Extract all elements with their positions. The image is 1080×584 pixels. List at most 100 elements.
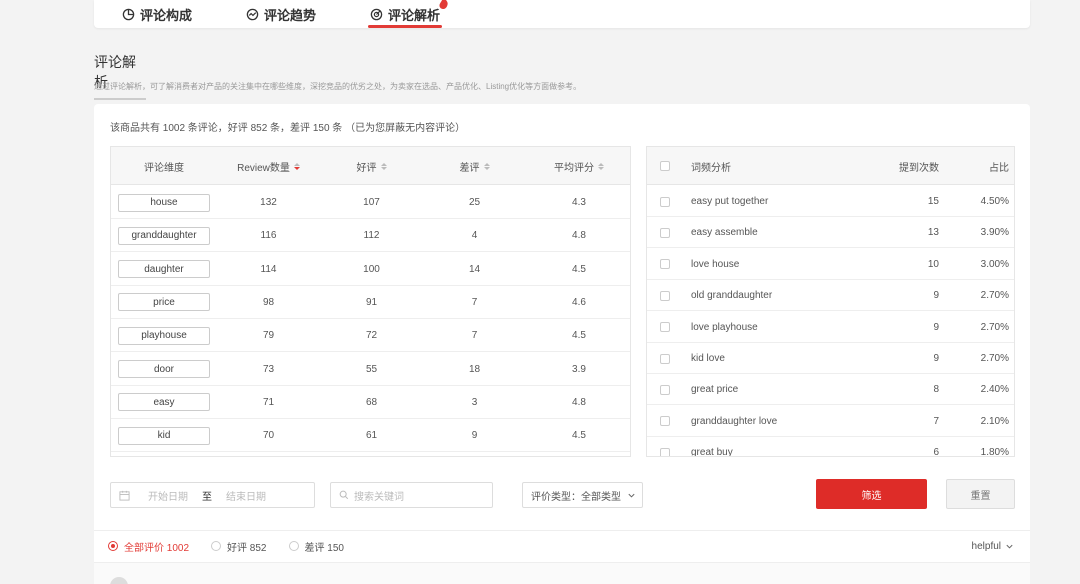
cell-percent: 2.40% xyxy=(980,384,1009,396)
cell-percent: 3.90% xyxy=(980,227,1009,239)
row-checkbox[interactable] xyxy=(660,416,670,427)
sort-dropdown[interactable]: helpful xyxy=(972,538,1014,554)
cell-bad: 14 xyxy=(468,263,481,275)
col-percent: 占比 xyxy=(989,162,1009,174)
select-all-checkbox-cell[interactable] xyxy=(655,147,675,185)
cell-avg: 4.8 xyxy=(572,396,586,408)
sort-icon[interactable] xyxy=(380,162,387,170)
row-checkbox[interactable] xyxy=(660,259,670,270)
cell-percent: 2.70% xyxy=(980,290,1009,302)
cell-bad: 18 xyxy=(468,363,481,375)
col-times: 提到次数 xyxy=(899,162,939,174)
row-checkbox[interactable] xyxy=(660,290,670,301)
end-date-input[interactable]: 结束日期 xyxy=(226,488,266,503)
cell-dim: daughter xyxy=(111,253,217,286)
col-good[interactable]: 好评 xyxy=(320,147,423,185)
review-type-radios: 全部评价 1002 好评 852 差评 150 xyxy=(108,538,366,554)
dimension-tag[interactable]: house xyxy=(118,193,210,212)
cell-bad: 7 xyxy=(471,296,478,308)
row-checkbox-cell[interactable] xyxy=(660,217,670,248)
dimension-tag[interactable]: easy xyxy=(118,393,210,412)
cell-bad: 25 xyxy=(468,197,481,208)
cell-phrase: kid love xyxy=(691,353,725,364)
row-checkbox[interactable] xyxy=(660,353,670,364)
cell-dim: easy xyxy=(111,386,217,419)
row-checkbox-cell[interactable] xyxy=(660,374,670,405)
cell-good: 61 xyxy=(365,430,378,442)
search-input[interactable]: 搜索关键词 xyxy=(330,482,493,508)
row-checkbox-cell[interactable] xyxy=(660,406,670,437)
cell-good: 55 xyxy=(365,363,378,375)
dimension-tag[interactable]: door xyxy=(118,360,210,378)
col-bad[interactable]: 差评 xyxy=(423,147,526,185)
avatar xyxy=(110,577,128,584)
select-value: 全部类型 xyxy=(581,491,621,503)
filter-button[interactable]: 筛选 xyxy=(816,479,927,509)
start-date-input[interactable]: 开始日期 xyxy=(148,488,188,503)
table-row: price 98 91 7 4.6 xyxy=(111,286,630,319)
cell-dim: door xyxy=(111,353,217,386)
date-separator: 至 xyxy=(202,491,212,503)
cell-bad: 9 xyxy=(471,430,478,442)
sort-icon[interactable] xyxy=(293,162,300,170)
row-checkbox[interactable] xyxy=(660,227,670,238)
dimension-tag[interactable]: kid xyxy=(118,426,210,445)
cell-times: 9 xyxy=(933,353,939,364)
select-label: 评价类型： xyxy=(531,491,581,503)
dimension-tag[interactable]: price xyxy=(118,293,210,312)
table-row: granddaughter 116 112 4 4.8 xyxy=(111,219,630,253)
calendar-icon xyxy=(119,490,130,501)
col-review-count[interactable]: Review数量 xyxy=(217,147,320,185)
date-range-picker[interactable]: 开始日期 至 结束日期 xyxy=(110,482,315,508)
table-row: old granddaughter 9 2.70% xyxy=(647,280,1014,312)
table-row: kid love 9 2.70% xyxy=(647,343,1014,374)
table-header: 评论维度 Review数量 好评 差评 平均评分 xyxy=(111,147,630,185)
row-checkbox[interactable] xyxy=(660,196,670,207)
cell-times: 8 xyxy=(933,384,939,396)
row-checkbox-cell[interactable] xyxy=(660,343,670,374)
radio-dot[interactable] xyxy=(211,541,222,551)
radio-bad-reviews[interactable]: 差评 150 xyxy=(288,539,344,554)
row-checkbox[interactable] xyxy=(660,447,670,456)
tab-comment-trend[interactable]: 评论趋势 xyxy=(246,0,316,28)
review-list-start xyxy=(94,562,1030,584)
divider xyxy=(94,530,1030,531)
row-checkbox-cell[interactable] xyxy=(660,280,670,311)
cell-count: 70 xyxy=(262,430,275,442)
cell-percent: 2.70% xyxy=(980,353,1009,364)
tab-comment-composition[interactable]: 评论构成 xyxy=(122,0,192,28)
col-avg-rating[interactable]: 平均评分 xyxy=(526,147,630,185)
review-type-select[interactable]: 评价类型： 全部类型 xyxy=(522,482,643,508)
radio-dot[interactable] xyxy=(108,541,118,551)
row-checkbox-cell[interactable] xyxy=(660,249,670,280)
cell-avg: 4.3 xyxy=(572,197,586,208)
dimension-tag[interactable]: granddaughter xyxy=(118,226,210,245)
cell-phrase: love house xyxy=(691,258,740,270)
sort-icon[interactable] xyxy=(483,162,490,170)
cell-good: 100 xyxy=(363,263,380,275)
reset-button[interactable]: 重置 xyxy=(946,479,1015,509)
cell-count: 98 xyxy=(262,296,275,308)
select-all-checkbox[interactable] xyxy=(660,161,670,171)
row-checkbox-cell[interactable] xyxy=(660,312,670,343)
radio-good-reviews[interactable]: 好评 852 xyxy=(211,539,267,554)
row-checkbox-cell[interactable] xyxy=(660,186,670,217)
row-checkbox-cell[interactable] xyxy=(660,437,670,456)
cell-phrase: granddaughter love xyxy=(691,415,778,427)
cell-times: 6 xyxy=(933,447,939,457)
row-checkbox[interactable] xyxy=(660,322,670,333)
dimension-tag[interactable]: daughter xyxy=(118,260,210,279)
sort-icon[interactable] xyxy=(598,162,604,170)
chevron-down-icon xyxy=(628,493,635,498)
radio-dot[interactable] xyxy=(288,541,299,551)
analysis-card: 该商品共有 1002 条评论，好评 852 条，差评 150 条 （已为您屏蔽无… xyxy=(94,104,1030,584)
sort-label: helpful xyxy=(971,540,1001,552)
table-row: easy assemble 13 3.90% xyxy=(647,217,1014,249)
row-checkbox[interactable] xyxy=(660,384,670,395)
chevron-down-icon xyxy=(1006,544,1013,549)
cell-dim: kid xyxy=(111,419,217,452)
radio-all-reviews[interactable]: 全部评价 1002 xyxy=(108,539,189,554)
analysis-icon xyxy=(370,8,383,20)
dimension-tag[interactable]: playhouse xyxy=(118,326,210,345)
tab-comment-analysis[interactable]: 评论解析 xyxy=(367,0,448,28)
